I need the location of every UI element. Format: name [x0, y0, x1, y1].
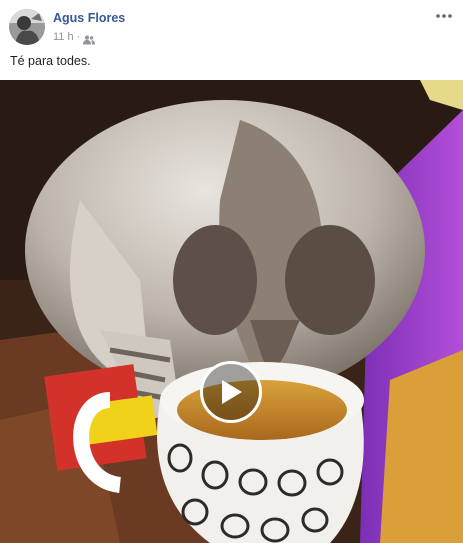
author-name-link[interactable]: Agus Flores — [53, 11, 125, 25]
post-text: Té para todes. — [10, 54, 91, 68]
more-options-button[interactable] — [433, 9, 455, 23]
play-button[interactable] — [200, 361, 262, 423]
more-options-icon — [436, 14, 452, 18]
author-avatar[interactable] — [9, 9, 45, 45]
friends-icon[interactable] — [83, 32, 96, 45]
video-player[interactable] — [0, 80, 463, 543]
video-thumbnail — [0, 80, 463, 543]
avatar-image — [9, 9, 45, 45]
feed-post: Agus Flores 11 h · Té para todes. — [0, 0, 463, 543]
play-icon — [222, 380, 242, 404]
post-timestamp[interactable]: 11 h — [53, 31, 74, 43]
post-meta: 11 h · — [53, 31, 96, 45]
meta-separator: · — [76, 31, 81, 43]
